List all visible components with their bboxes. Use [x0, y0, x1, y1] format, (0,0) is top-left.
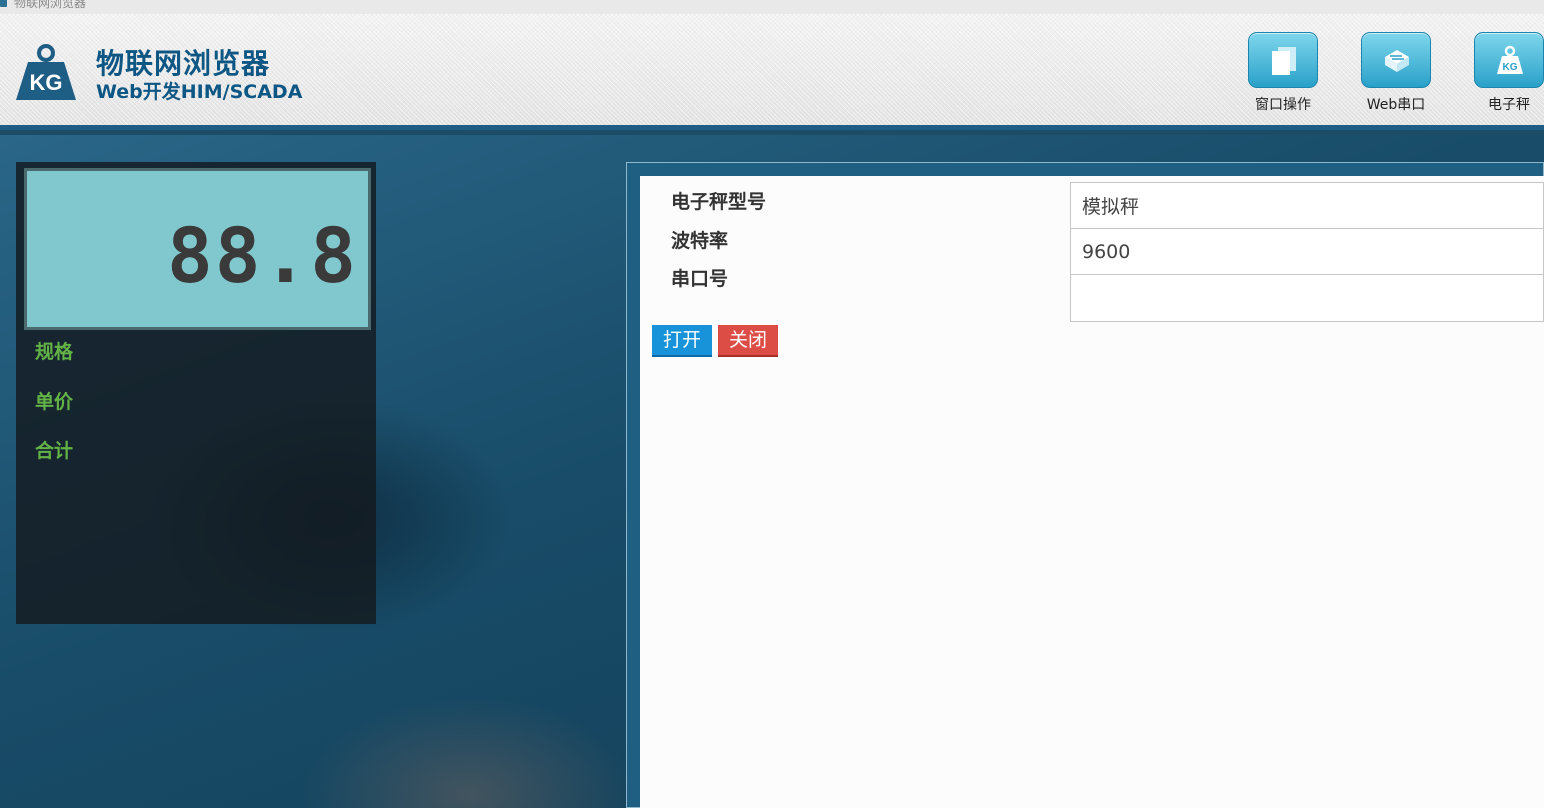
- lcd-display: 88.8: [24, 168, 371, 330]
- app-icon: [0, 0, 7, 7]
- window-title-bar: 物联网浏览器: [0, 0, 1544, 14]
- spec-label: 规格: [35, 341, 74, 363]
- weight-readout: 88.8: [166, 211, 358, 300]
- kg-weight-logo-icon: KG: [16, 44, 76, 100]
- serial-port-icon: [1385, 50, 1409, 72]
- electronic-scale-label: 电子秤: [1488, 97, 1530, 113]
- svg-text:KG: KG: [1503, 62, 1518, 73]
- electronic-scale-tile: KG: [1474, 32, 1544, 88]
- serial-port-label: 串口号: [671, 268, 729, 290]
- app-header: KG 物联网浏览器 Web开发HIM/SCADA 窗口操作 Web串口 KG 电…: [0, 14, 1544, 130]
- web-serial-button[interactable]: Web串口: [1349, 32, 1439, 114]
- app-subtitle: Web开发HIM/SCADA: [96, 81, 303, 103]
- baud-rate-value: 9600: [1082, 240, 1131, 263]
- open-button[interactable]: 打开: [652, 325, 712, 357]
- web-serial-label: Web串口: [1366, 97, 1426, 113]
- app-title: 物联网浏览器: [96, 47, 271, 80]
- svg-text:KG: KG: [30, 70, 63, 95]
- window-operations-label: 窗口操作: [1255, 97, 1311, 113]
- scale-model-label: 电子秤型号: [671, 191, 767, 213]
- kg-weight-icon: KG: [1497, 45, 1523, 74]
- web-serial-tile: [1361, 32, 1431, 88]
- window-operations-tile: [1248, 32, 1318, 88]
- window-title: 物联网浏览器: [14, 0, 87, 10]
- baud-rate-field[interactable]: 9600: [1070, 228, 1544, 275]
- window-operations-button[interactable]: 窗口操作: [1236, 32, 1326, 114]
- unit-price-label: 单价: [35, 391, 74, 413]
- serial-port-field[interactable]: [1070, 274, 1544, 322]
- scale-model-field[interactable]: 模拟秤: [1070, 182, 1544, 229]
- close-button[interactable]: 关闭: [718, 325, 778, 357]
- baud-rate-label: 波特率: [671, 230, 729, 252]
- scale-model-value: 模拟秤: [1082, 196, 1140, 218]
- electronic-scale-button[interactable]: KG 电子秤: [1462, 32, 1544, 114]
- window-pages-icon: [1272, 47, 1296, 75]
- total-label: 合计: [35, 440, 74, 462]
